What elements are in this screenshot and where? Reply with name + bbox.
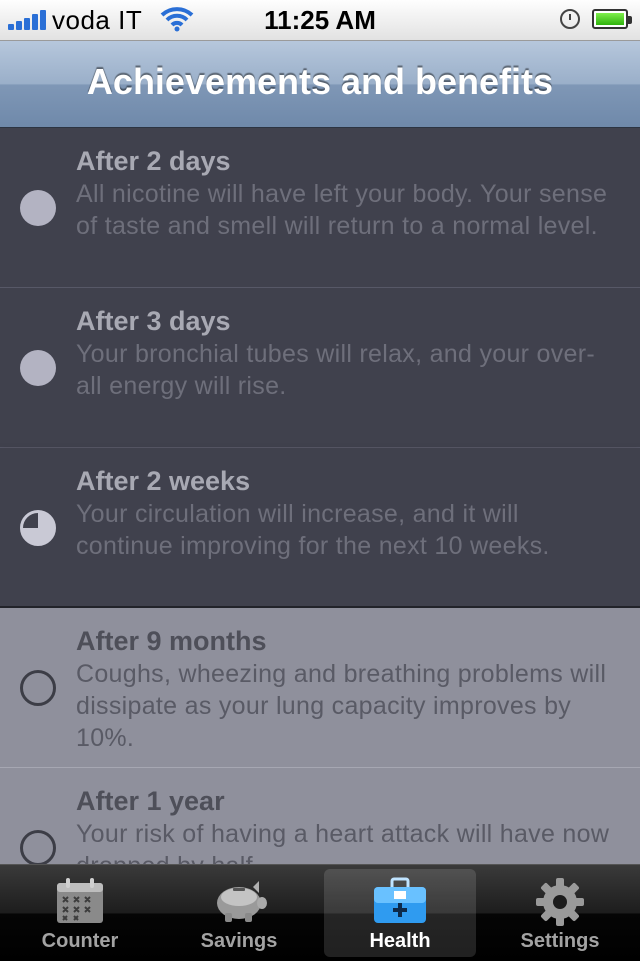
achievement-row[interactable]: After 2 weeks Your circulation will incr… (0, 448, 640, 608)
tab-label: Savings (200, 930, 278, 952)
tab-label: Settings (520, 930, 600, 952)
achieved-circle-icon (20, 350, 56, 386)
alarm-clock-icon (560, 9, 580, 29)
achievement-description: Your risk of having a heart attack will … (76, 820, 610, 864)
status-bar: voda IT 11:25 AM (0, 0, 640, 41)
tab-bar: Counter Savings Health Settings (0, 864, 640, 961)
progress-circle-icon (20, 510, 56, 546)
pending-circle-icon (20, 670, 56, 706)
achievement-row[interactable]: After 3 days Your bronchial tubes will r… (0, 288, 640, 448)
tab-savings[interactable]: Savings (163, 869, 315, 957)
achievement-row[interactable]: After 1 year Your risk of having a heart… (0, 768, 640, 864)
achievement-heading: After 2 days (76, 146, 231, 176)
achievement-heading: After 1 year (76, 786, 225, 816)
gear-icon (536, 878, 584, 926)
tab-label: Health (369, 930, 431, 952)
tab-counter[interactable]: Counter (4, 869, 156, 957)
achievements-list[interactable]: After 2 days All nicotine will have left… (0, 128, 640, 864)
achievement-heading: After 2 weeks (76, 466, 251, 496)
achievement-heading: After 3 days (76, 306, 231, 336)
pending-circle-icon (20, 830, 56, 864)
achieved-circle-icon (20, 190, 56, 226)
calendar-icon (57, 878, 103, 923)
first-aid-kit-icon (374, 877, 426, 923)
achievement-row[interactable]: After 9 months Coughs, wheezing and brea… (0, 608, 640, 768)
achievement-row[interactable]: After 2 days All nicotine will have left… (0, 128, 640, 288)
achievement-description: All nicotine will have left your body. Y… (76, 180, 608, 240)
tab-label: Counter (41, 930, 119, 952)
piggy-bank-icon (217, 881, 267, 922)
achievement-description: Coughs, wheezing and breathing problems … (76, 660, 607, 752)
navigation-bar: Achievements and benefits (0, 41, 640, 129)
tab-health[interactable]: Health (324, 869, 476, 957)
achievement-description: Your bronchial tubes will relax, and you… (76, 340, 595, 400)
battery-icon (592, 9, 632, 29)
tab-settings[interactable]: Settings (484, 869, 636, 957)
achievement-heading: After 9 months (76, 626, 267, 656)
status-time: 11:25 AM (264, 5, 376, 35)
achievement-description: Your circulation will increase, and it w… (76, 500, 550, 560)
page-title: Achievements and benefits (86, 61, 554, 102)
